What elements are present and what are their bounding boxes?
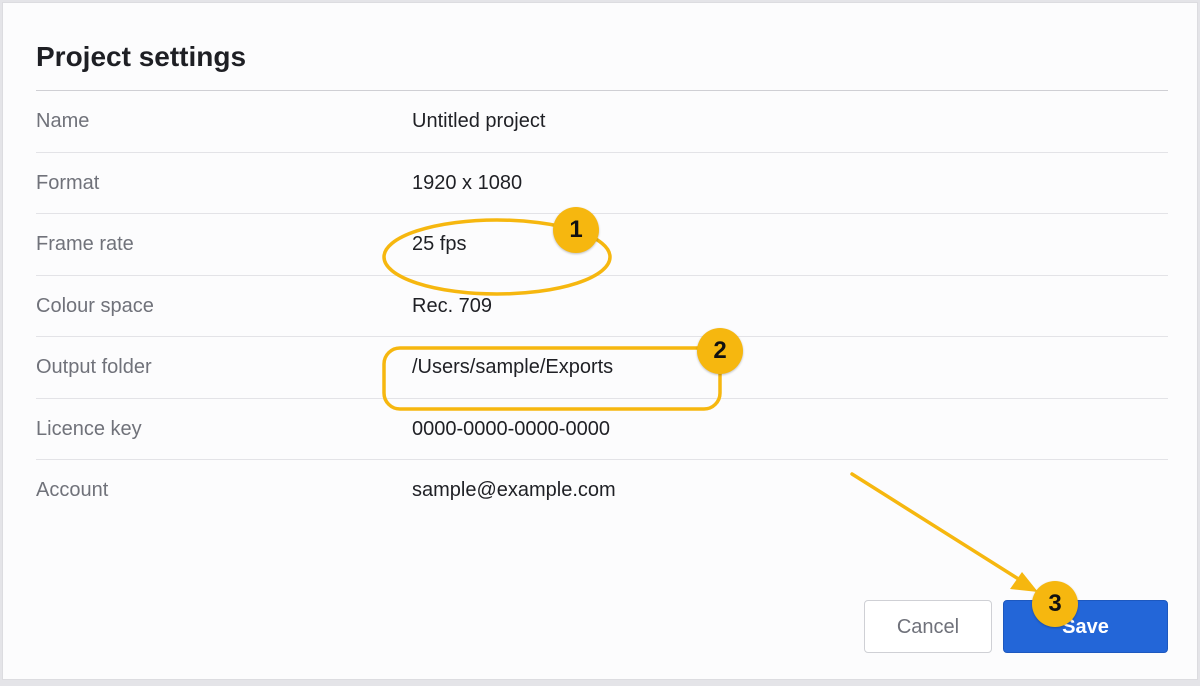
setting-label: Output folder bbox=[36, 356, 152, 378]
setting-row-output-folder: Output folder /Users/sample/Exports bbox=[36, 337, 1168, 399]
setting-value[interactable]: sample@example.com bbox=[412, 460, 616, 521]
annotation-badge-1: 1 bbox=[553, 207, 599, 253]
setting-label: Colour space bbox=[36, 294, 154, 317]
setting-label: Name bbox=[36, 110, 90, 132]
setting-row-account: Account sample@example.com bbox=[36, 460, 1168, 522]
dialog-title: Project settings bbox=[36, 41, 247, 72]
setting-value[interactable]: 25 fps bbox=[412, 214, 466, 275]
setting-label: Frame rate bbox=[36, 233, 134, 255]
save-button[interactable]: Save bbox=[1003, 600, 1168, 653]
setting-row-format: Format 1920 x 1080 bbox=[36, 153, 1168, 214]
setting-row-frame-rate: Frame rate 25 fps bbox=[36, 214, 1168, 276]
setting-row-colour-space: Colour space Rec. 709 bbox=[36, 276, 1168, 337]
setting-value[interactable]: /Users/sample/Exports bbox=[412, 337, 613, 398]
settings-list: Name Untitled project Format 1920 x 1080… bbox=[36, 91, 1168, 522]
setting-value[interactable]: Untitled project bbox=[412, 91, 545, 152]
setting-label: Account bbox=[36, 479, 109, 501]
setting-value[interactable]: Rec. 709 bbox=[412, 276, 492, 337]
setting-value[interactable]: 1920 x 1080 bbox=[412, 153, 522, 214]
setting-value[interactable]: 0000-0000-0000-0000 bbox=[412, 399, 610, 460]
annotation-badge-2: 2 bbox=[697, 328, 743, 374]
setting-label: Format bbox=[36, 171, 100, 194]
cancel-button[interactable]: Cancel bbox=[864, 600, 992, 653]
setting-row-licence-key: Licence key 0000-0000-0000-0000 bbox=[36, 399, 1168, 460]
setting-row-name: Name Untitled project bbox=[36, 91, 1168, 153]
setting-label: Licence key bbox=[36, 417, 142, 440]
annotation-badge-3: 3 bbox=[1032, 581, 1078, 627]
project-settings-dialog: Project settings Name Untitled project F… bbox=[2, 2, 1198, 680]
